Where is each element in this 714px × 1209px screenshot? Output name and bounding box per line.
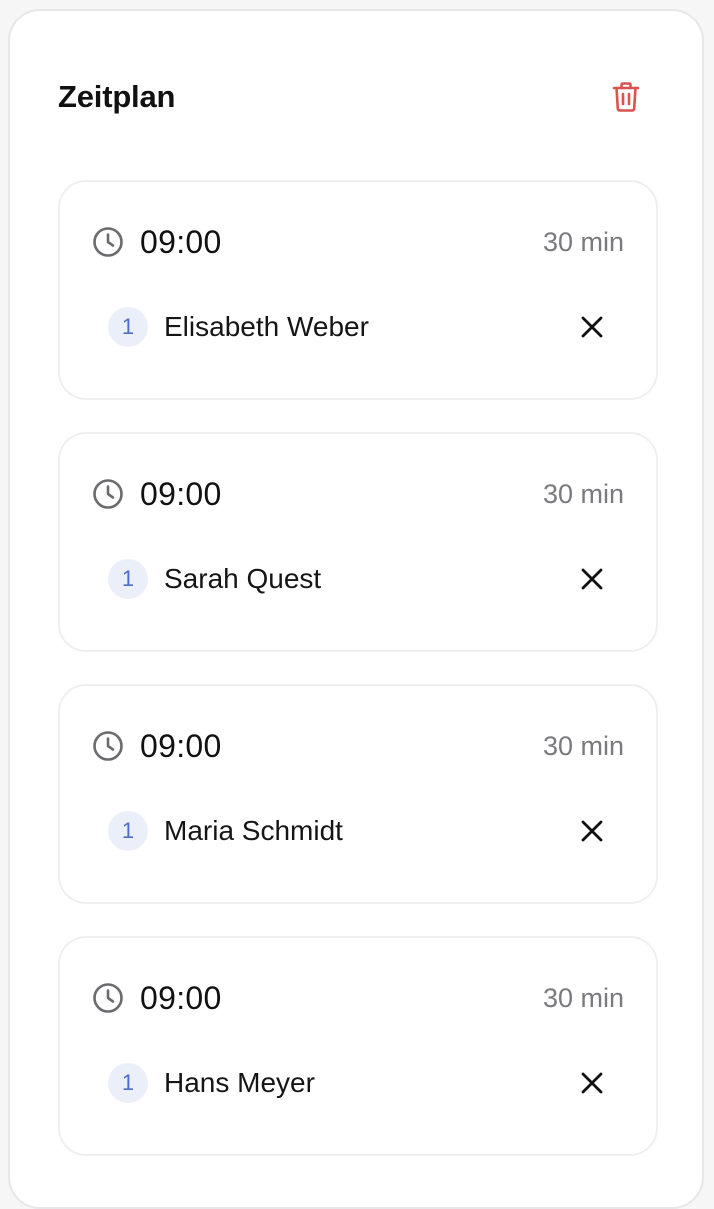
participant-name: Elisabeth Weber [164,311,369,342]
clock-icon [92,478,124,510]
delete-schedule-button[interactable] [606,77,646,117]
slot-duration: 30 min [542,982,624,1013]
close-icon [581,1072,603,1094]
order-badge: 1 [108,307,148,347]
order-badge: 1 [108,559,148,599]
slot-duration: 30 min [542,226,624,257]
close-icon [581,316,603,338]
slot-card: 09:00 30 min 1 Elisabeth Weber [58,180,658,400]
remove-participant-button[interactable] [572,811,612,851]
remove-participant-button[interactable] [572,1063,612,1103]
slot-time: 09:00 [140,979,222,1016]
order-badge: 1 [108,1063,148,1103]
participant-name: Hans Meyer [164,1067,315,1098]
slot-header: 09:00 30 min [92,222,624,262]
remove-participant-button[interactable] [572,307,612,347]
participant-row: 1 Sarah Quest [108,559,608,599]
clock-icon [92,730,124,762]
slot-card: 09:00 30 min 1 Sarah Quest [58,432,658,652]
slot-time: 09:00 [140,727,222,764]
participant-name: Maria Schmidt [164,815,343,846]
close-icon [581,820,603,842]
participant-name: Sarah Quest [164,563,322,594]
slot-card: 09:00 30 min 1 Maria Schmidt [58,684,658,904]
slot-time: 09:00 [140,223,222,260]
slot-card: 09:00 30 min 1 Hans Meyer [58,936,658,1156]
slot-header: 09:00 30 min [92,978,624,1018]
remove-participant-button[interactable] [572,559,612,599]
participant-row: 1 Hans Meyer [108,1063,608,1103]
schedule-header: Zeitplan [58,75,640,119]
trash-icon [612,82,640,112]
slot-duration: 30 min [542,730,624,761]
schedule-panel: Zeitplan 09:00 30 min 1 Elisabeth Weber … [8,9,704,1209]
slot-list: 09:00 30 min 1 Elisabeth Weber 09:00 30 … [58,180,658,1188]
slot-time: 09:00 [140,475,222,512]
slot-duration: 30 min [542,478,624,509]
close-icon [581,568,603,590]
clock-icon [92,982,124,1014]
schedule-title: Zeitplan [58,79,176,114]
participant-row: 1 Elisabeth Weber [108,307,608,347]
slot-header: 09:00 30 min [92,474,624,514]
participant-row: 1 Maria Schmidt [108,811,608,851]
clock-icon [92,226,124,258]
slot-header: 09:00 30 min [92,726,624,766]
order-badge: 1 [108,811,148,851]
